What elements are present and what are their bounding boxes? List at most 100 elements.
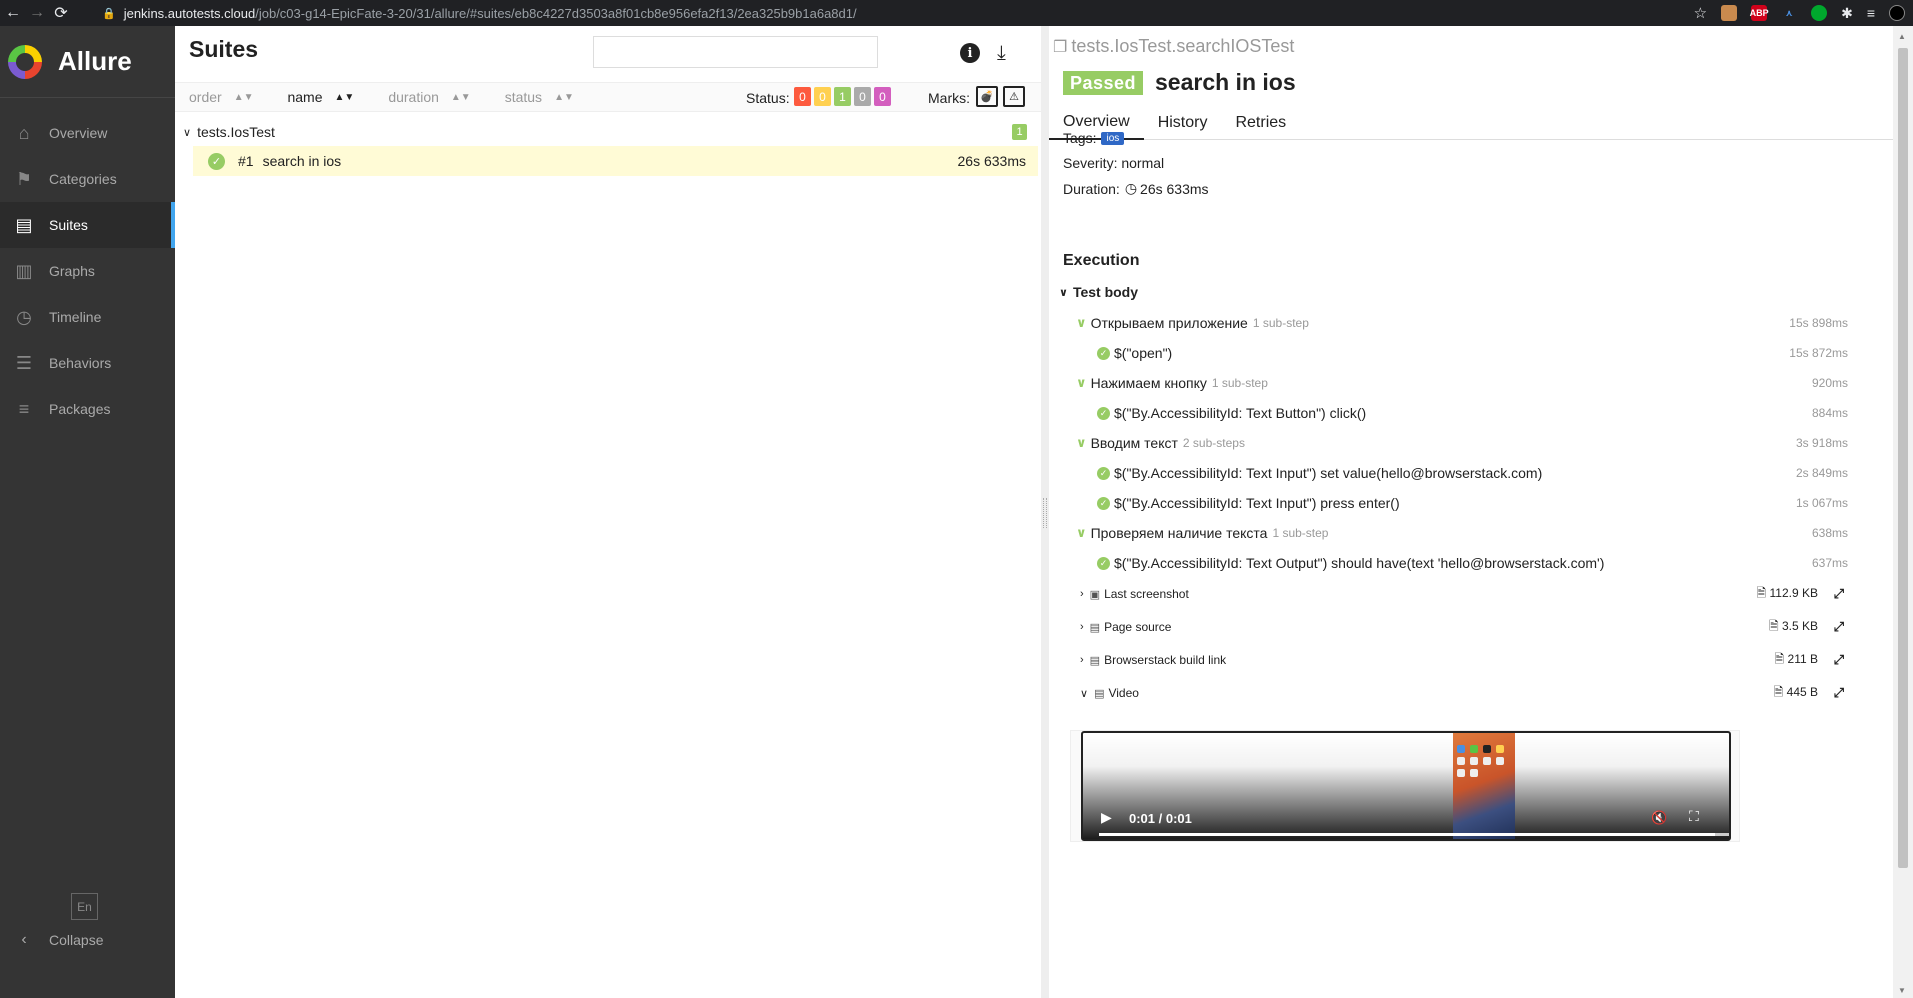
tag-badge: ios [1101,131,1125,145]
step-substeps: 1 sub-step [1252,316,1309,330]
search-input[interactable] [593,36,878,68]
sidebar-item-overview[interactable]: ⌂ Overview [0,110,175,156]
chevron-down-icon: ∨ [1080,687,1089,700]
scroll-down-icon[interactable]: ▼ [1898,986,1906,995]
extension-face-icon[interactable] [1721,5,1738,21]
play-icon[interactable]: ▶ [1101,809,1112,826]
volume-muted-icon[interactable]: 🔇 [1651,810,1667,826]
language-switch[interactable]: En [71,893,98,920]
copy-icon[interactable]: ❐ [1053,37,1067,57]
star-icon[interactable]: ☆ [1694,4,1707,22]
attachment-size-value: 112.9 KB [1769,585,1818,600]
attachment-row[interactable]: › ▣ Last screenshot 🗎 112.9 KB ⤢ [1080,582,1844,606]
browser-toolbar: ← → ⟳ 🔒 jenkins.autotests.cloud/job/c03-… [0,0,1913,26]
sidebar-item-categories[interactable]: ⚑ Categories [0,156,175,202]
test-row[interactable]: ✓ #1 search in ios 26s 633ms [193,146,1038,176]
text-file-icon: ▤ [1089,654,1101,667]
sidebar-item-graphs[interactable]: ▥ Graphs [0,248,175,294]
severity-row: Severity: normal [1063,155,1165,171]
info-icon[interactable]: i [960,43,980,63]
step-row[interactable]: ∨ Нажимаем кнопку 1 sub-step 920ms [1076,371,1848,395]
more-vertical-icon[interactable]: ⋮ [1725,808,1729,825]
tab-history[interactable]: History [1144,106,1222,140]
sidebar-item-label: Suites [49,217,88,233]
sidebar-item-behaviors[interactable]: ☰ Behaviors [0,340,175,386]
test-path: tests.IosTest.searchIOSTest [1071,36,1295,56]
extension-arrow-icon[interactable]: ⋏ [1781,5,1797,21]
attachment-size: 🗎 112.9 KB [1757,584,1818,605]
profile-avatar-icon[interactable] [1889,5,1905,21]
step-row[interactable]: ∨ Открываем приложение 1 sub-step 15s 89… [1076,311,1848,335]
download-icon[interactable]: ⤓ [997,42,1006,65]
step-row[interactable]: ∨ Вводим текст 2 sub-steps 3s 918ms [1076,431,1848,455]
sort-label: duration [388,89,439,105]
evernote-icon[interactable] [1811,5,1828,21]
chevron-down-icon: ∨ [1076,525,1087,540]
bar-chart-icon: ▥ [15,260,33,281]
video-frame-thumbnail [1453,733,1515,839]
collapse-button[interactable]: ‹ Collapse [12,931,103,949]
status-badge-broken[interactable]: 0 [814,87,831,106]
video-player[interactable]: ▶ 0:01 / 0:01 🔇 ⛶ ⋮ [1081,731,1731,841]
test-duration: 26s 633ms [957,153,1026,169]
brand[interactable]: Allure [0,26,175,98]
status-badge-passed[interactable]: 1 [834,87,851,106]
sort-status[interactable]: status ▲▼ [505,89,574,105]
address-bar[interactable]: jenkins.autotests.cloud/job/c03-g14-Epic… [124,6,857,21]
expand-icon[interactable]: ⤢ [1834,652,1844,668]
marks-filter-label: Marks: [928,90,970,106]
expand-icon[interactable]: ⤢ [1834,619,1844,635]
substep-row: ✓ $("open") 15s 872ms [1097,341,1848,365]
expand-icon[interactable]: ⤢ [1834,586,1844,602]
tab-retries[interactable]: Retries [1221,106,1300,140]
scroll-up-icon[interactable]: ▲ [1898,32,1906,41]
expand-icon[interactable]: ⤢ [1834,685,1844,701]
scrollbar[interactable]: ▲ ▼ [1893,26,1913,998]
chevron-left-icon: ‹ [21,931,27,948]
test-body-label: Test body [1072,284,1139,300]
attachment-row[interactable]: › ▤ Browserstack build link 🗎 211 B ⤢ [1080,648,1844,672]
pane-splitter[interactable] [1041,26,1049,998]
suite-group[interactable]: ∨ tests.IosTest 1 [175,120,1041,144]
warning-mark-icon[interactable]: ⚠ [1003,86,1025,107]
scrollbar-thumb[interactable] [1898,48,1908,868]
status-badge-unknown[interactable]: 0 [874,87,891,106]
sidebar-item-timeline[interactable]: ◷ Timeline [0,294,175,340]
step-time: 638ms [1811,526,1848,540]
chevron-down-icon: ∨ [1076,375,1087,390]
sort-name[interactable]: name ▲▼ [287,89,354,105]
sort-order[interactable]: order ▲▼ [189,89,253,105]
page-title: Suites [189,36,259,62]
duration-label: Duration: [1063,180,1120,197]
test-detail-pane: ❐ tests.IosTest.searchIOSTest Passed sea… [1049,26,1893,998]
test-body-toggle[interactable]: ∨ Test body [1059,280,1859,304]
status-badge-failed[interactable]: 0 [794,87,811,106]
substep-name: $("By.AccessibilityId: Text Button") cli… [1114,405,1367,421]
sidebar-item-suites[interactable]: ▤ Suites [0,202,175,248]
sort-duration[interactable]: duration ▲▼ [388,89,470,105]
tags-row: Tags: ios [1063,130,1125,146]
flaky-mark-icon[interactable]: 💣 [976,86,998,107]
attachment-size: 🗎 3.5 KB [1769,617,1818,638]
video-progress[interactable] [1099,833,1729,836]
suite-group-name: tests.IosTest [197,124,275,140]
sort-bar: order ▲▼ name ▲▼ duration ▲▼ status ▲▼ Statu… [175,82,1041,112]
substep-time: 2s 849ms [1795,466,1848,480]
puzzle-icon[interactable]: ✱ [1841,5,1853,22]
file-size-icon: 🗎 [1773,684,1784,699]
status-badge-skipped[interactable]: 0 [854,87,871,106]
attachment-row[interactable]: › ▤ Page source 🗎 3.5 KB ⤢ [1080,615,1844,639]
adblock-icon[interactable]: ABP [1750,5,1769,21]
sidebar-item-packages[interactable]: ≡ Packages [0,386,175,432]
step-row[interactable]: ∨ Проверяем наличие текста 1 sub-step 63… [1076,521,1848,545]
tags-label: Tags: [1063,130,1097,146]
attachment-row[interactable]: ∨ ▤ Video 🗎 445 B ⤢ [1080,681,1844,705]
sidebar-item-label: Graphs [49,263,95,279]
forward-icon[interactable]: → [26,4,48,22]
collapse-label: Collapse [49,932,104,948]
reload-icon[interactable]: ⟳ [50,3,72,23]
back-icon[interactable]: ← [2,4,24,22]
fullscreen-icon[interactable]: ⛶ [1689,808,1699,825]
passed-icon: ✓ [1097,496,1110,510]
media-icon[interactable]: ≡ [1867,5,1875,21]
